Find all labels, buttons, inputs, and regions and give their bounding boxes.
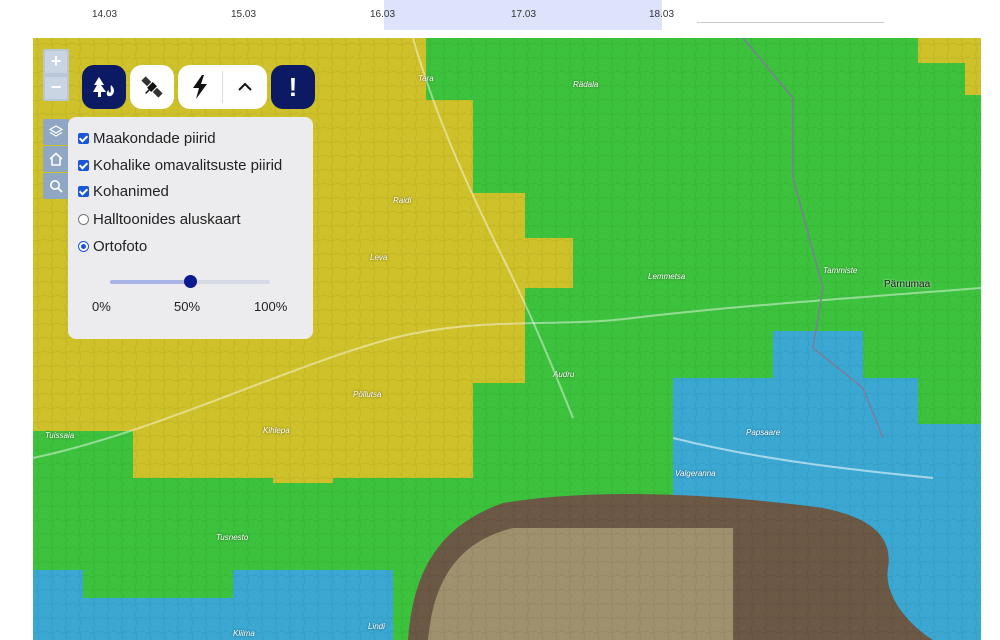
place-label: Rädala: [573, 80, 599, 89]
layers-panel: Maakondade piirid Kohalike omavalitsuste…: [68, 117, 313, 339]
home-button[interactable]: [43, 146, 69, 172]
opacity-slider-handle[interactable]: [184, 275, 197, 288]
layer-option-place-names[interactable]: Kohanimed: [78, 183, 169, 200]
chevron-up-icon: [238, 82, 252, 91]
basemap-option-label: Halltoonides aluskaart: [93, 211, 241, 228]
opacity-tick: 0%: [92, 299, 111, 314]
home-icon: [49, 152, 63, 166]
zoom-in-button[interactable]: +: [45, 51, 67, 73]
layer-option-label: Kohalike omavalitsuste piirid: [93, 157, 283, 174]
basemap-option-label: Ortofoto: [93, 238, 148, 255]
radio-unselected[interactable]: [78, 214, 89, 225]
forest-fire-icon: [93, 77, 115, 97]
place-label: Lindi: [368, 622, 385, 631]
lightning-button[interactable]: [178, 65, 222, 109]
layer-option-municipality-borders[interactable]: Kohalike omavalitsuste piirid: [78, 157, 282, 174]
place-label: Leva: [370, 253, 388, 262]
forest-fire-button[interactable]: [82, 65, 126, 109]
lightning-group: [178, 65, 267, 109]
place-label-county: Pärnumaa: [884, 279, 931, 290]
zoom-out-button[interactable]: −: [45, 77, 67, 99]
timeline-bar[interactable]: 14.03 15.03 16.03 17.03 18.03: [0, 0, 1000, 34]
layer-option-label: Maakondade piirid: [93, 130, 216, 147]
basemap-option-orthophoto[interactable]: Ortofoto: [78, 238, 147, 255]
layers-button[interactable]: [43, 119, 69, 145]
opacity-slider-fill: [110, 280, 190, 284]
timeline-date[interactable]: 18.03: [649, 9, 674, 20]
place-label: Valgeranna: [675, 469, 716, 478]
timeline-track[interactable]: [697, 22, 884, 23]
layer-option-county-borders[interactable]: Maakondade piirid: [78, 130, 216, 147]
checkbox-checked[interactable]: [78, 160, 89, 171]
opacity-slider[interactable]: [110, 275, 270, 288]
alert-icon: !: [288, 71, 298, 102]
place-label: Lemmetsa: [648, 272, 686, 281]
timeline-date[interactable]: 17.03: [511, 9, 536, 20]
checkbox-checked[interactable]: [78, 186, 89, 197]
place-label: Tammiste: [823, 266, 858, 275]
search-icon: [50, 180, 63, 193]
place-label: Tuissaia: [45, 431, 75, 440]
alert-button[interactable]: !: [271, 65, 315, 109]
opacity-tick: 100%: [254, 299, 288, 314]
collapse-button[interactable]: [223, 65, 267, 109]
zoom-control: + −: [43, 49, 69, 101]
search-button[interactable]: [43, 173, 69, 199]
place-label: Pöllutsa: [353, 390, 382, 399]
opacity-tick: 50%: [174, 299, 201, 314]
place-label: Raidi: [393, 196, 412, 205]
lightning-icon: [193, 75, 207, 99]
layer-option-label: Kohanimed: [93, 183, 169, 200]
layers-icon: [48, 125, 64, 137]
radio-selected[interactable]: [78, 241, 89, 252]
place-label: Audru: [553, 370, 575, 379]
timeline-date[interactable]: 15.03: [231, 9, 256, 20]
place-label: Kliima: [233, 629, 255, 638]
basemap-option-grayscale[interactable]: Halltoonides aluskaart: [78, 211, 241, 228]
timeline-date[interactable]: 16.03: [370, 9, 395, 20]
timeline-date[interactable]: 14.03: [92, 9, 117, 20]
place-label: Kihlepa: [263, 426, 290, 435]
place-label: Papsaare: [746, 428, 781, 437]
checkbox-checked[interactable]: [78, 133, 89, 144]
satellite-icon: [141, 76, 163, 98]
place-label: Tara: [418, 74, 434, 83]
place-label: Tusnesto: [216, 533, 249, 542]
satellite-button[interactable]: [130, 65, 174, 109]
